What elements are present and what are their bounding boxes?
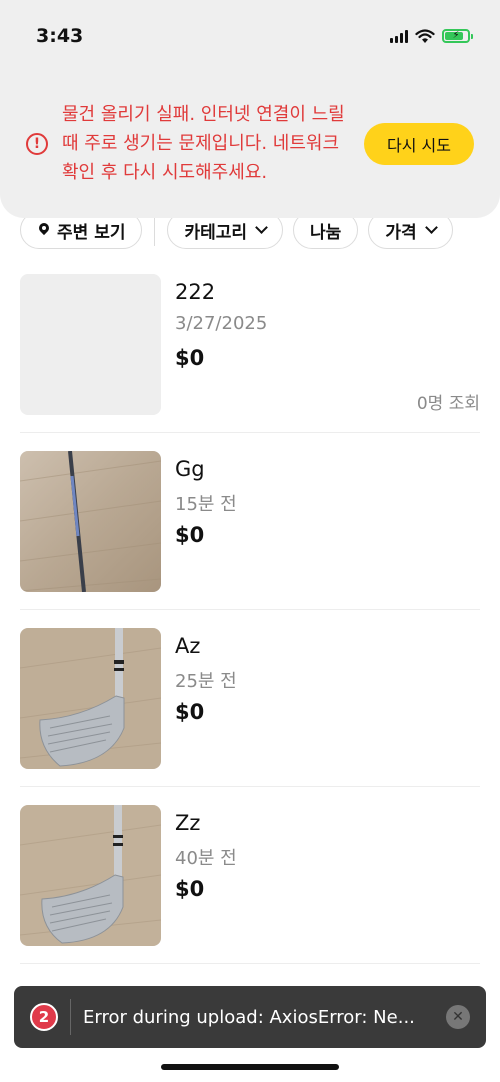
alert-circle-icon: ! xyxy=(26,132,48,155)
filter-divider xyxy=(154,214,156,246)
cellular-signal-icon xyxy=(390,29,408,43)
listing-price: $0 xyxy=(175,700,205,724)
listing-date: 3/27/2025 xyxy=(175,313,268,334)
listing-price: $0 xyxy=(175,523,205,547)
listing-date: 15분 전 xyxy=(175,494,237,515)
list-item[interactable]: Az 25분 전 $0 xyxy=(20,610,480,787)
listing-title: Zz xyxy=(175,811,201,835)
chevron-down-icon xyxy=(255,221,268,234)
listing-views: 0명 조회 xyxy=(416,394,480,414)
listing-title: 222 xyxy=(175,280,216,304)
listing-title: Gg xyxy=(175,457,205,481)
toast-message: Error during upload: AxiosError: Ne... xyxy=(83,1006,415,1028)
toast-count-badge: 2 xyxy=(30,1003,58,1031)
list-item[interactable]: 222 3/27/2025 $0 0명 조회 xyxy=(20,256,480,433)
close-icon[interactable]: ✕ xyxy=(446,1005,470,1029)
wifi-icon xyxy=(415,28,435,43)
listing-thumbnail xyxy=(20,805,161,946)
list-item[interactable]: Gg 15분 전 $0 xyxy=(20,433,480,610)
listing-date: 25분 전 xyxy=(175,671,237,692)
chevron-down-icon xyxy=(424,221,438,234)
toast-divider xyxy=(70,999,71,1035)
list-item[interactable]: Zz 40분 전 $0 xyxy=(20,787,480,964)
battery-charging-icon: ⚡ xyxy=(442,29,473,43)
golf-iron-image xyxy=(20,805,161,946)
golf-shaft-image xyxy=(20,451,161,592)
location-pin-icon xyxy=(37,223,51,237)
retry-button[interactable]: 다시 시도 xyxy=(364,122,474,165)
error-message: 물건 올리기 실패. 인터넷 연결이 느릴때 주로 생기는 문제입니다. 네트워… xyxy=(62,104,345,183)
error-toast[interactable]: 2 Error during upload: AxiosError: Ne...… xyxy=(14,986,486,1048)
nearby-filter-label: 주변 보기 xyxy=(57,222,126,243)
status-time: 3:43 xyxy=(36,25,84,47)
listing-thumbnail xyxy=(20,628,161,769)
golf-iron-image xyxy=(20,628,161,769)
listing-price: $0 xyxy=(175,877,205,901)
listing-list: 222 3/27/2025 $0 0명 조회 Gg 15분 전 $0 Az 25… xyxy=(20,256,480,964)
upload-error-banner: 3:43 ⚡ ! 물건 올리기 실패. 인터넷 연결이 느릴때 주로 생기는 문… xyxy=(0,0,500,218)
listing-date: 40분 전 xyxy=(175,848,237,869)
listing-price: $0 xyxy=(175,346,205,370)
share-filter-label: 나눔 xyxy=(310,222,342,243)
listing-thumbnail xyxy=(20,451,161,592)
status-bar: 3:43 ⚡ xyxy=(36,24,473,48)
price-filter-label: 가격 xyxy=(385,222,417,243)
listing-title: Az xyxy=(175,634,201,658)
home-indicator xyxy=(161,1064,339,1070)
listing-thumbnail-placeholder xyxy=(20,274,161,415)
category-filter-label: 카테고리 xyxy=(184,222,248,243)
